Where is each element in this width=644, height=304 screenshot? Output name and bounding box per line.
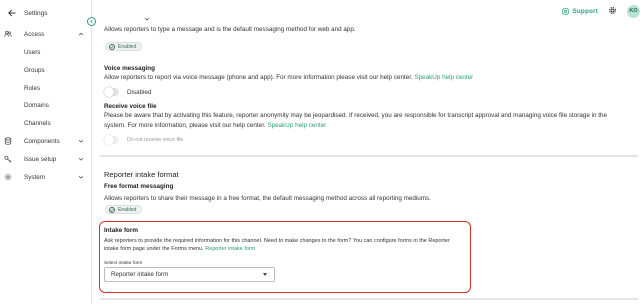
sidebar-group-components[interactable]: Components xyxy=(0,134,92,148)
voice-messaging-title: Voice messaging xyxy=(104,65,155,72)
sidebar-group-label: System xyxy=(24,173,45,181)
reporter-intake-format-title: Reporter intake format xyxy=(104,170,179,179)
free-format-description: Allows reporters to share their message … xyxy=(104,195,431,202)
users-icon xyxy=(4,30,12,38)
key-icon xyxy=(4,155,12,163)
sidebar-item-channels[interactable]: Channels xyxy=(24,117,51,129)
chevron-down-icon xyxy=(78,139,84,143)
reporter-intake-form-link[interactable]: Reporter intake form xyxy=(205,246,255,252)
section-divider xyxy=(100,155,638,157)
main-content: Allows reporters to type a message and i… xyxy=(99,0,640,304)
voice-file-title: Receive voice file xyxy=(104,103,157,110)
sidebar-group-label: Access xyxy=(24,30,45,38)
sidebar-item-users[interactable]: Users xyxy=(24,46,40,58)
voice-messaging-description: Allow reporters to report via voice mess… xyxy=(104,73,473,82)
sidebar-group-label: Issue setup xyxy=(24,155,57,163)
sidebar-item-groups[interactable]: Groups xyxy=(24,64,45,76)
intake-form-description-2: intake form page under the Forms menu. R… xyxy=(104,245,255,253)
caret-down-icon xyxy=(263,273,267,276)
free-format-title: Free format messaging xyxy=(104,183,174,190)
intake-form-title: Intake form xyxy=(104,227,138,234)
intake-form-description: Ask reporters to provide the required in… xyxy=(104,238,450,244)
voice-file-toggle-label: Do not receive voice file xyxy=(127,137,184,143)
intake-form-desc-text: intake form page under the Forms menu. xyxy=(104,246,204,252)
voice-messaging-toggle-label: Disabled xyxy=(127,89,152,96)
intake-form-select[interactable]: Reporter intake form xyxy=(104,267,275,282)
voice-file-description-2: system. For more information, please vis… xyxy=(104,121,326,130)
chevron-down-icon xyxy=(78,157,84,161)
voice-file-description: Please be aware that by activating this … xyxy=(104,112,607,119)
back-to-settings[interactable]: Settings xyxy=(8,6,48,20)
help-center-link[interactable]: SpeakUp help center xyxy=(414,74,473,81)
toggle-knob xyxy=(104,135,114,145)
toggle-knob xyxy=(104,87,114,97)
status-badge-label: Enabled xyxy=(118,206,137,213)
sidebar-group-label: Components xyxy=(24,137,60,145)
section-divider xyxy=(100,298,638,300)
chevron-up-icon xyxy=(78,32,84,36)
chevron-down-icon xyxy=(78,175,84,179)
voice-file-desc-text: system. For more information, please vis… xyxy=(104,122,266,129)
status-badge: Enabled xyxy=(105,42,143,51)
voice-messaging-toggle[interactable] xyxy=(104,87,119,97)
written-message-description: Allows reporters to type a message and i… xyxy=(104,26,356,33)
select-intake-form-label: Select intake form xyxy=(104,261,143,266)
check-circle-icon xyxy=(109,206,115,213)
intake-form-select-value: Reporter intake form xyxy=(111,271,169,278)
arrow-left-icon xyxy=(8,9,16,17)
intake-form-card: Intake form Ask reporters to provide the… xyxy=(99,221,471,293)
sidebar-group-system[interactable]: System xyxy=(0,170,92,184)
sidebar: Settings Access Users Groups Roles Domai… xyxy=(0,0,92,304)
status-badge-label: Enabled xyxy=(118,43,137,50)
check-circle-icon xyxy=(109,43,115,50)
chevron-down-icon xyxy=(144,17,150,21)
sidebar-item-roles[interactable]: Roles xyxy=(24,82,40,94)
collapse-sidebar-button[interactable] xyxy=(87,17,96,26)
help-center-link[interactable]: SpeakUp help center xyxy=(267,122,326,129)
sidebar-group-issue-setup[interactable]: Issue setup xyxy=(0,152,92,166)
chevron-left-icon xyxy=(90,19,93,24)
database-icon xyxy=(4,137,12,145)
gear-icon xyxy=(4,173,12,181)
voice-file-toggle[interactable] xyxy=(104,135,119,145)
voice-messaging-desc-text: Allow reporters to report via voice mess… xyxy=(104,74,413,81)
sidebar-item-domains[interactable]: Domains xyxy=(24,99,49,111)
status-badge: Enabled xyxy=(105,205,143,214)
settings-title: Settings xyxy=(24,9,48,17)
sidebar-group-access[interactable]: Access xyxy=(0,27,92,41)
